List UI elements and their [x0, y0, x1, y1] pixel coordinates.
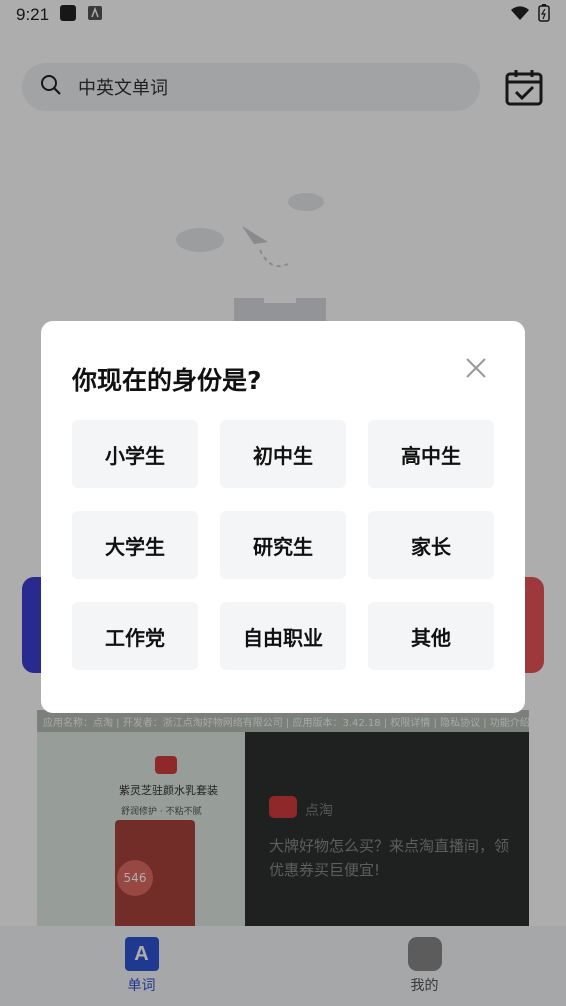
identity-dialog: 你现在的身份是? 小学生 初中生 高中生 大学生 研究生 家长 工作党 自由职业… [41, 321, 525, 713]
option-freelancer[interactable]: 自由职业 [220, 602, 346, 670]
option-other[interactable]: 其他 [368, 602, 494, 670]
identity-option-grid: 小学生 初中生 高中生 大学生 研究生 家长 工作党 自由职业 其他 [72, 420, 494, 670]
option-college-student[interactable]: 大学生 [72, 511, 198, 579]
dialog-title: 你现在的身份是? [72, 366, 262, 395]
option-primary-student[interactable]: 小学生 [72, 420, 198, 488]
close-button[interactable] [465, 357, 487, 379]
option-graduate-student[interactable]: 研究生 [220, 511, 346, 579]
option-middle-school-student[interactable]: 初中生 [220, 420, 346, 488]
option-parent[interactable]: 家长 [368, 511, 494, 579]
option-working-professional[interactable]: 工作党 [72, 602, 198, 670]
close-icon [466, 358, 486, 378]
option-high-school-student[interactable]: 高中生 [368, 420, 494, 488]
